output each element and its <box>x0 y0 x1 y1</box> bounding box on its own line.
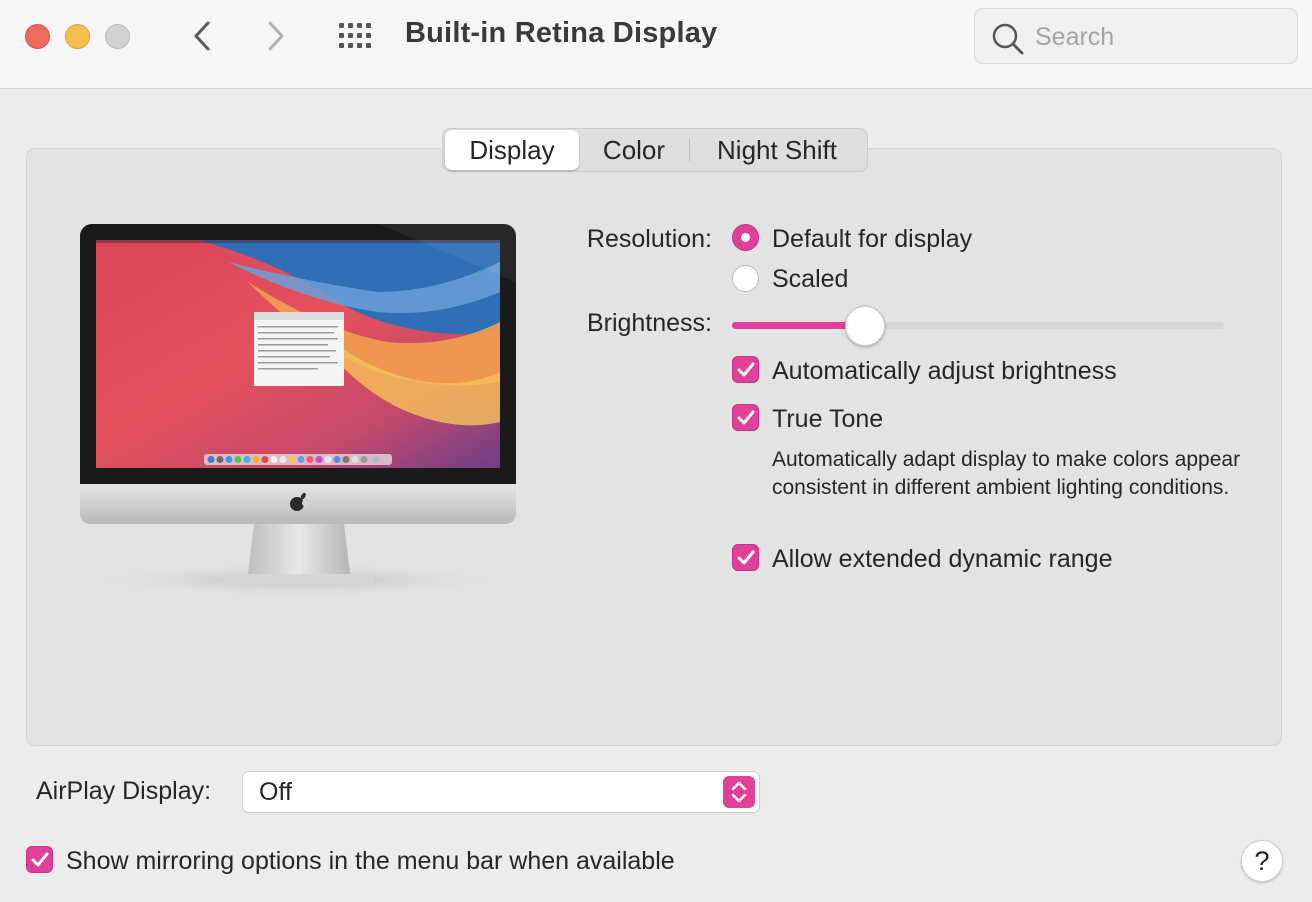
search-input[interactable] <box>1035 21 1285 53</box>
back-button[interactable] <box>187 18 217 54</box>
show-all-button[interactable] <box>337 21 377 51</box>
forward-button[interactable] <box>261 18 291 54</box>
brightness-slider[interactable] <box>732 322 1224 329</box>
auto-brightness-checkbox[interactable] <box>732 356 759 383</box>
minimize-window-button[interactable] <box>65 24 90 49</box>
tab-night-shift[interactable]: Night Shift <box>690 130 864 170</box>
tab-bar: Display Color Night Shift <box>442 128 868 172</box>
true-tone-label[interactable]: True Tone <box>772 405 883 434</box>
checkmark-icon <box>737 410 754 424</box>
close-window-button[interactable] <box>25 24 50 49</box>
show-mirroring-label[interactable]: Show mirroring options in the menu bar w… <box>66 847 675 876</box>
zoom-window-button <box>105 24 130 49</box>
radio-scaled[interactable] <box>732 265 759 292</box>
airplay-display-value: Off <box>259 778 292 806</box>
checkmark-icon <box>737 362 754 376</box>
brightness-label: Brightness: <box>586 309 712 337</box>
window-title: Built-in Retina Display <box>405 17 718 49</box>
resolution-label: Resolution: <box>586 225 712 253</box>
brightness-slider-knob[interactable] <box>844 306 885 346</box>
true-tone-checkbox[interactable] <box>732 404 759 431</box>
checkmark-icon <box>31 852 48 866</box>
option-default-for-display[interactable]: Default for display <box>772 225 972 254</box>
search-field[interactable] <box>974 8 1298 64</box>
chevron-right-icon <box>268 21 284 51</box>
grid-icon <box>339 23 371 48</box>
extended-dynamic-range-checkbox[interactable] <box>732 544 759 571</box>
radio-default-for-display[interactable] <box>732 224 759 251</box>
tab-color[interactable]: Color <box>579 130 689 170</box>
airplay-display-select[interactable]: Off <box>242 771 760 813</box>
checkmark-icon <box>737 550 754 564</box>
option-scaled[interactable]: Scaled <box>772 265 848 294</box>
chevron-left-icon <box>194 21 210 51</box>
display-illustration <box>78 222 520 602</box>
help-button[interactable]: ? <box>1241 840 1283 882</box>
show-mirroring-checkbox[interactable] <box>26 846 53 873</box>
title-bar: Built-in Retina Display <box>0 0 1312 89</box>
tab-display[interactable]: Display <box>445 130 579 170</box>
airplay-display-label: AirPlay Display: <box>36 777 212 805</box>
auto-brightness-label[interactable]: Automatically adjust brightness <box>772 357 1117 386</box>
search-icon <box>992 23 1024 55</box>
up-down-chevron-icon <box>723 776 755 808</box>
extended-dynamic-range-label[interactable]: Allow extended dynamic range <box>772 545 1112 574</box>
true-tone-description: Automatically adapt display to make colo… <box>772 448 1241 499</box>
